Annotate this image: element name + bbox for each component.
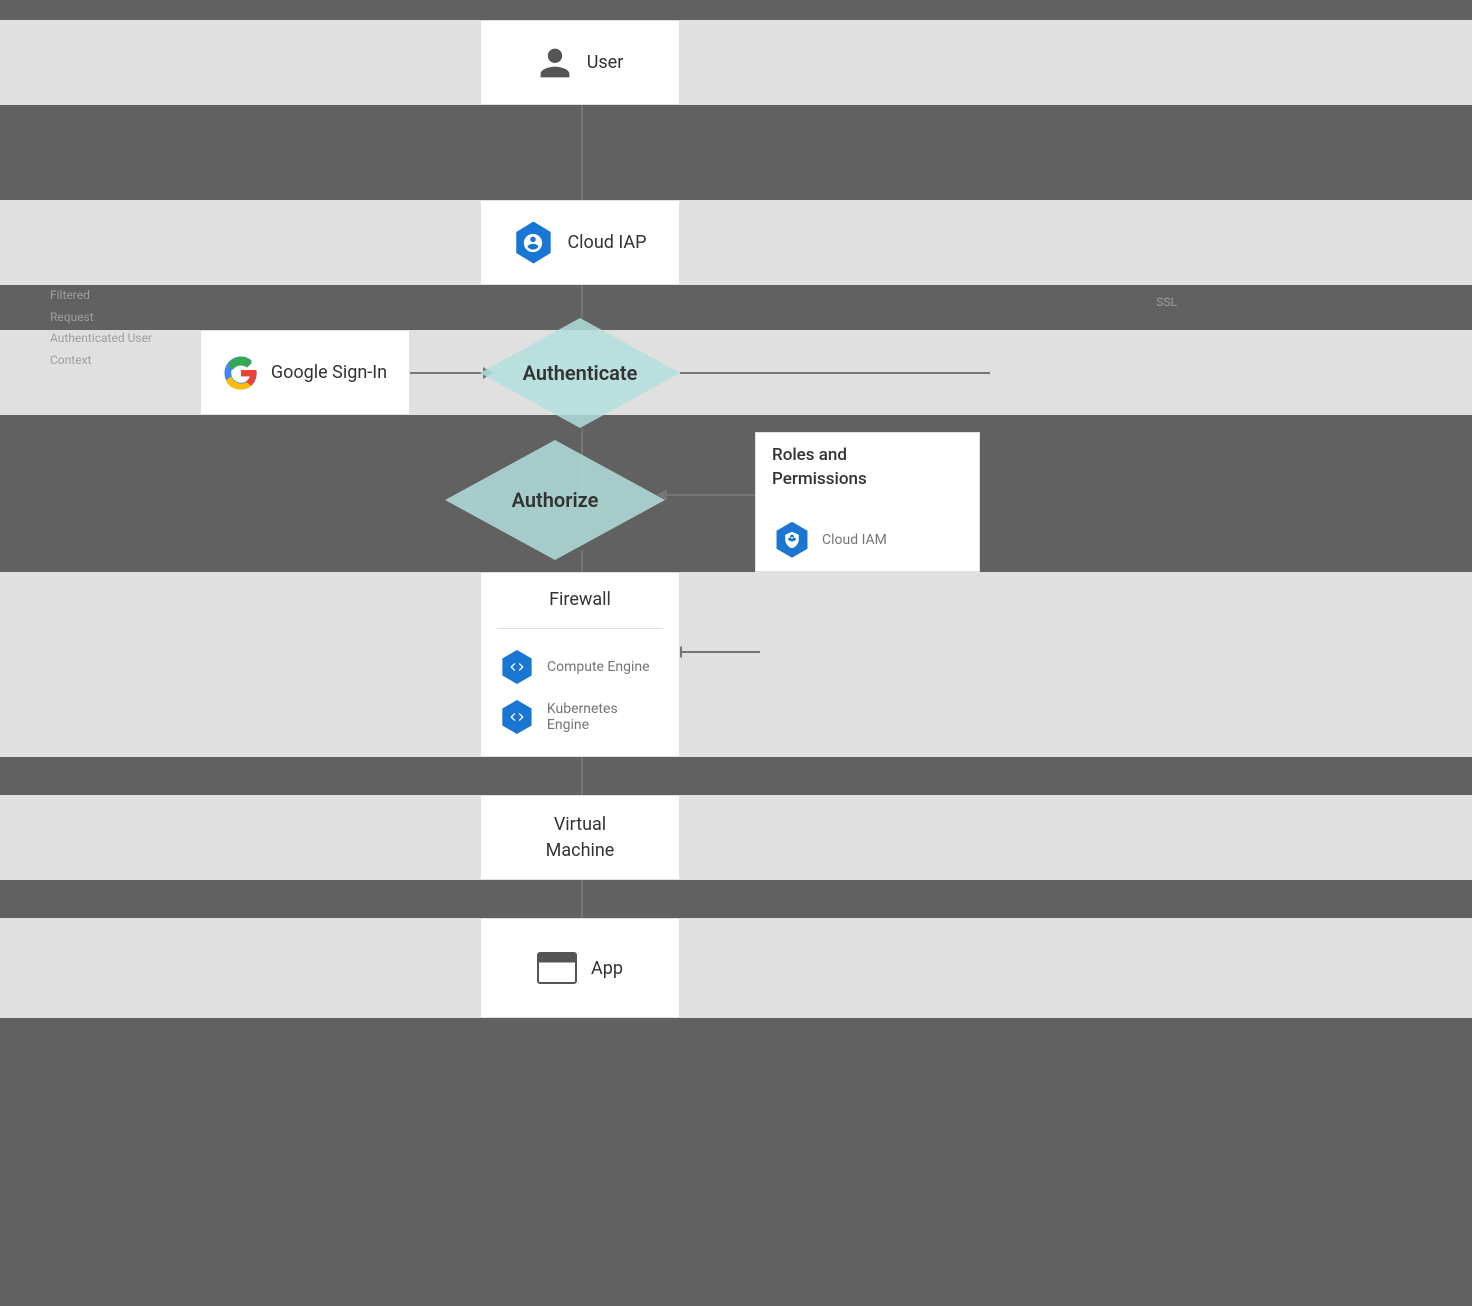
app-icon	[537, 952, 577, 984]
compute-engine-icon	[497, 647, 537, 687]
diagram-area: User Cloud IAP Google Sign-In Authentica…	[0, 0, 1472, 1306]
user-label: User	[587, 52, 624, 73]
google-signin-label: Google Sign-In	[271, 362, 387, 383]
roles-card: Roles and Permissions Cloud IAM	[755, 432, 980, 572]
kubernetes-engine-label: Kubernetes Engine	[547, 701, 663, 733]
authorize-label: Authorize	[512, 488, 599, 512]
connector-firewall-vm	[581, 757, 583, 795]
app-label: App	[591, 958, 623, 979]
label-context: Context	[50, 350, 152, 372]
band-cloud-iap	[0, 200, 1472, 285]
connector-iap-to-auth	[581, 285, 583, 318]
compute-engine-label: Compute Engine	[547, 659, 650, 675]
vm-card: Virtual Machine	[480, 795, 680, 880]
connector-auth-right	[680, 372, 990, 374]
user-card: User	[480, 20, 680, 105]
compute-engine-row: Compute Engine	[497, 647, 650, 687]
connector-user-to-iap	[581, 105, 583, 200]
firewall-title: Firewall	[549, 589, 611, 610]
connector-signin-auth	[410, 372, 485, 374]
google-signin-card: Google Sign-In	[200, 330, 410, 415]
cloud-iap-icon	[513, 223, 553, 263]
right-side-label: SSL	[1156, 295, 1177, 309]
cloud-iam-icon	[772, 520, 812, 560]
kubernetes-engine-icon	[497, 697, 537, 737]
roles-title: Roles and Permissions	[772, 444, 867, 492]
connector-firewall-incoming	[680, 651, 760, 653]
label-filtered: Filtered	[50, 285, 152, 307]
firewall-title-row: Firewall	[497, 589, 663, 610]
authenticate-diamond: Authenticate	[480, 318, 680, 428]
band-user	[0, 20, 1472, 105]
kubernetes-engine-row: Kubernetes Engine	[497, 697, 663, 737]
label-request: Request	[50, 307, 152, 329]
firewall-card: Firewall Compute Engine Kuber	[480, 572, 680, 757]
band-firewall	[0, 572, 1472, 757]
cloud-iam-label: Cloud IAM	[822, 532, 887, 548]
person-icon	[537, 45, 573, 81]
app-card: App	[480, 918, 680, 1018]
connector-vm-app	[581, 880, 583, 918]
label-auth-user: Authenticated User	[50, 328, 152, 350]
connector-authorize-roles	[665, 494, 755, 496]
cloud-iap-card: Cloud IAP	[480, 200, 680, 285]
firewall-divider	[497, 628, 663, 629]
google-logo	[223, 355, 259, 391]
authorize-diamond: Authorize	[445, 440, 665, 560]
vm-label: Virtual Machine	[546, 812, 615, 862]
cloud-iam-row: Cloud IAM	[772, 520, 887, 560]
band-app	[0, 918, 1472, 1018]
band-vm	[0, 795, 1472, 880]
authenticate-label: Authenticate	[523, 361, 638, 385]
cloud-iap-label: Cloud IAP	[567, 232, 646, 253]
left-side-labels: Filtered Request Authenticated User Cont…	[50, 285, 152, 371]
